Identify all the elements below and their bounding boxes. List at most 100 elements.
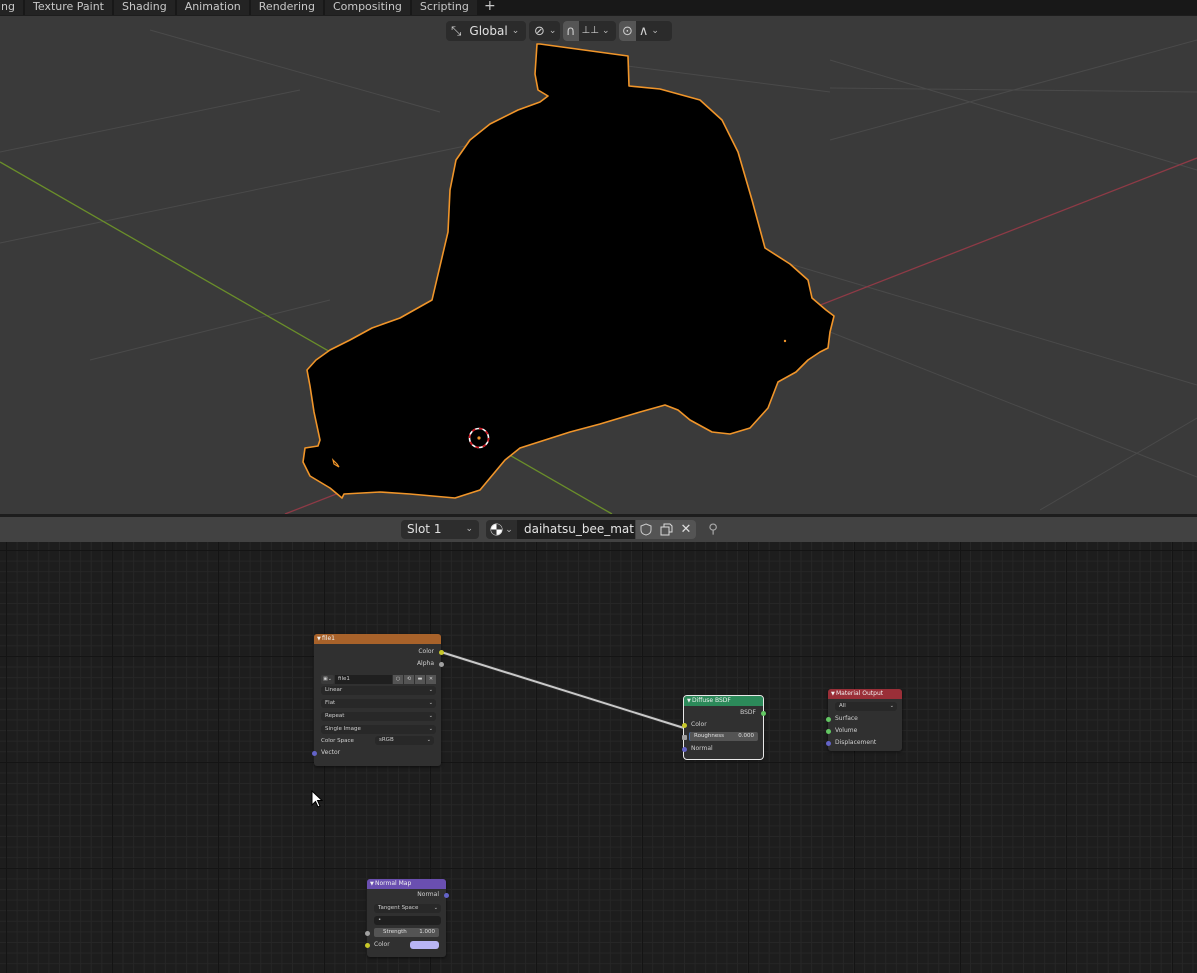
proportional-edit-icon: ⊙ <box>622 23 633 39</box>
viewport-scene <box>0 29 1197 514</box>
color-socket[interactable] <box>681 722 687 728</box>
object-origin-dot <box>783 339 787 343</box>
image-browse-button[interactable]: ▣⌄ <box>321 674 334 684</box>
grid-line <box>0 89 301 153</box>
snap-target-dropdown[interactable]: ⊥⊥ ⌄ <box>579 21 613 41</box>
3d-viewport[interactable]: ⤡ Global ⌄ ⊘ ⌄ ∩ ⊥⊥ ⌄ ⊙ ∧ ⌄ <box>0 16 1197 514</box>
source-dropdown[interactable]: Single Image ⌄ <box>321 725 436 734</box>
chevron-down-icon: ⌄ <box>505 524 513 535</box>
collapse-triangle-icon[interactable]: ▼ <box>687 696 691 706</box>
unlink-image-button[interactable]: ✕ <box>426 674 436 684</box>
pin-button[interactable]: ⚲ <box>703 520 723 539</box>
socket-label: Color <box>418 648 434 655</box>
fake-user-button[interactable]: ○ <box>393 674 403 684</box>
diffuse-bsdf-node[interactable]: ▼ Diffuse BSDF BSDF Color Roughness 0.00… <box>681 695 766 760</box>
workspace-tabs-bar: ing Texture Paint Shading Animation Rend… <box>0 0 1197 15</box>
material-name-field[interactable]: daihatsu_bee_mat <box>517 520 635 539</box>
socket-label: Normal <box>691 745 713 752</box>
color-socket[interactable] <box>438 649 444 655</box>
node-editor-header: Slot 1 ⌄ ⌄ daihatsu_bee_mat ✕ ⚲ <box>0 517 1197 542</box>
bsdf-socket[interactable] <box>760 710 766 716</box>
projection-dropdown[interactable]: Flat ⌄ <box>321 699 436 708</box>
open-image-button[interactable]: ▬ <box>415 674 425 684</box>
tab-compositing[interactable]: Compositing <box>324 0 410 15</box>
surface-socket[interactable] <box>825 716 831 722</box>
color-space-dropdown[interactable]: sRGB ⌄ <box>375 736 434 745</box>
close-icon: ✕ <box>428 675 434 682</box>
fake-user-button[interactable] <box>636 520 656 539</box>
output-alpha: Alpha <box>314 658 444 670</box>
transform-orientation-dropdown[interactable]: ⤡ Global ⌄ <box>446 21 526 41</box>
tab-animation[interactable]: Animation <box>176 0 249 15</box>
collapse-triangle-icon[interactable]: ▼ <box>831 689 835 699</box>
color-socket[interactable] <box>364 942 370 948</box>
roughness-socket[interactable] <box>681 734 687 740</box>
image-name-field[interactable]: file1 <box>335 674 392 684</box>
pivot-point-dropdown[interactable]: ⊘ ⌄ <box>529 21 560 41</box>
node-header[interactable]: ▼ file1 <box>314 634 441 644</box>
snap-toggle-button[interactable]: ∩ <box>563 21 579 41</box>
link-color-to-color[interactable] <box>440 651 685 729</box>
node-header[interactable]: ▼ Diffuse BSDF <box>684 696 763 706</box>
node-header[interactable]: ▼ Normal Map <box>367 879 446 889</box>
collapse-triangle-icon[interactable]: ▼ <box>370 879 374 889</box>
input-color: Color <box>364 939 446 951</box>
space-dropdown[interactable]: Tangent Space ⌄ <box>374 904 441 913</box>
material-slot-dropdown[interactable]: Slot 1 ⌄ <box>401 520 479 539</box>
tab-scripting[interactable]: Scripting <box>411 0 477 15</box>
normal-map-node[interactable]: ▼ Normal Map Normal Tangent Space ⌄ • Str… <box>364 879 449 957</box>
input-volume: Volume <box>825 725 902 737</box>
normal-socket[interactable] <box>443 892 449 898</box>
pivot-link-icon: ⊘ <box>534 23 545 39</box>
roughness-field[interactable]: Roughness 0.000 <box>689 732 758 741</box>
duplicate-material-button[interactable] <box>656 520 676 539</box>
image-texture-node[interactable]: ▼ file1 Color Alpha ▣⌄ file1 ○ ⟲ ▬ ✕ Lin… <box>311 634 444 766</box>
tab-rendering[interactable]: Rendering <box>250 0 323 15</box>
node-title: Normal Map <box>375 880 412 887</box>
interpolation-dropdown[interactable]: Linear ⌄ <box>321 686 436 695</box>
proportional-edit-toggle[interactable]: ⊙ <box>619 21 636 41</box>
uv-map-field[interactable]: • <box>374 916 441 925</box>
normal-socket[interactable] <box>681 746 687 752</box>
shader-node-editor[interactable]: ▼ file1 Color Alpha ▣⌄ file1 ○ ⟲ ▬ ✕ Lin… <box>0 542 1197 973</box>
browse-material-button[interactable]: ⌄ <box>486 520 517 539</box>
grid-line <box>0 144 471 244</box>
input-normal: Normal <box>681 743 763 755</box>
volume-socket[interactable] <box>825 728 831 734</box>
color-swatch[interactable] <box>410 941 439 949</box>
add-workspace-button[interactable]: + <box>479 0 501 15</box>
node-title: Material Output <box>836 690 884 697</box>
extension-dropdown[interactable]: Repeat ⌄ <box>321 712 436 721</box>
strength-field[interactable]: Strength 1.000 <box>374 928 439 937</box>
folder-icon: ▬ <box>417 675 423 682</box>
displacement-socket[interactable] <box>825 740 831 746</box>
input-displacement: Displacement <box>825 737 902 749</box>
chevron-down-icon: ⌄ <box>511 26 520 36</box>
socket-label: Displacement <box>835 739 877 746</box>
output-color: Color <box>314 646 444 658</box>
collapse-triangle-icon[interactable]: ▼ <box>317 634 321 644</box>
vector-socket[interactable] <box>311 750 317 756</box>
unlink-material-button[interactable]: ✕ <box>676 520 696 539</box>
shield-icon: ○ <box>395 675 401 682</box>
socket-label: Color <box>374 941 390 948</box>
input-roughness: Roughness 0.000 <box>681 731 763 743</box>
output-bsdf: BSDF <box>684 707 766 719</box>
node-header[interactable]: ▼ Material Output <box>828 689 902 699</box>
tab-shading[interactable]: Shading <box>114 0 175 15</box>
dropdown-value: Linear <box>325 687 343 693</box>
image-selector: ▣⌄ file1 ○ ⟲ ▬ ✕ <box>321 674 436 684</box>
tab-layout-partial[interactable]: ing <box>0 0 24 15</box>
chevron-down-icon: ⌄ <box>601 26 610 36</box>
fake-user-shield-icon <box>640 523 652 536</box>
socket-label: Surface <box>835 715 858 722</box>
reload-image-button[interactable]: ⟲ <box>404 674 414 684</box>
tab-texture-paint[interactable]: Texture Paint <box>25 0 112 15</box>
target-dropdown[interactable]: All ⌄ <box>835 702 897 711</box>
selected-car-object[interactable] <box>302 43 835 499</box>
strength-socket[interactable] <box>364 930 370 936</box>
chevron-down-icon: ⌄ <box>651 26 659 36</box>
falloff-dropdown[interactable]: ∧ ⌄ <box>636 21 662 41</box>
alpha-socket[interactable] <box>438 661 444 667</box>
material-output-node[interactable]: ▼ Material Output All ⌄ Surface Volume Di… <box>825 689 902 751</box>
